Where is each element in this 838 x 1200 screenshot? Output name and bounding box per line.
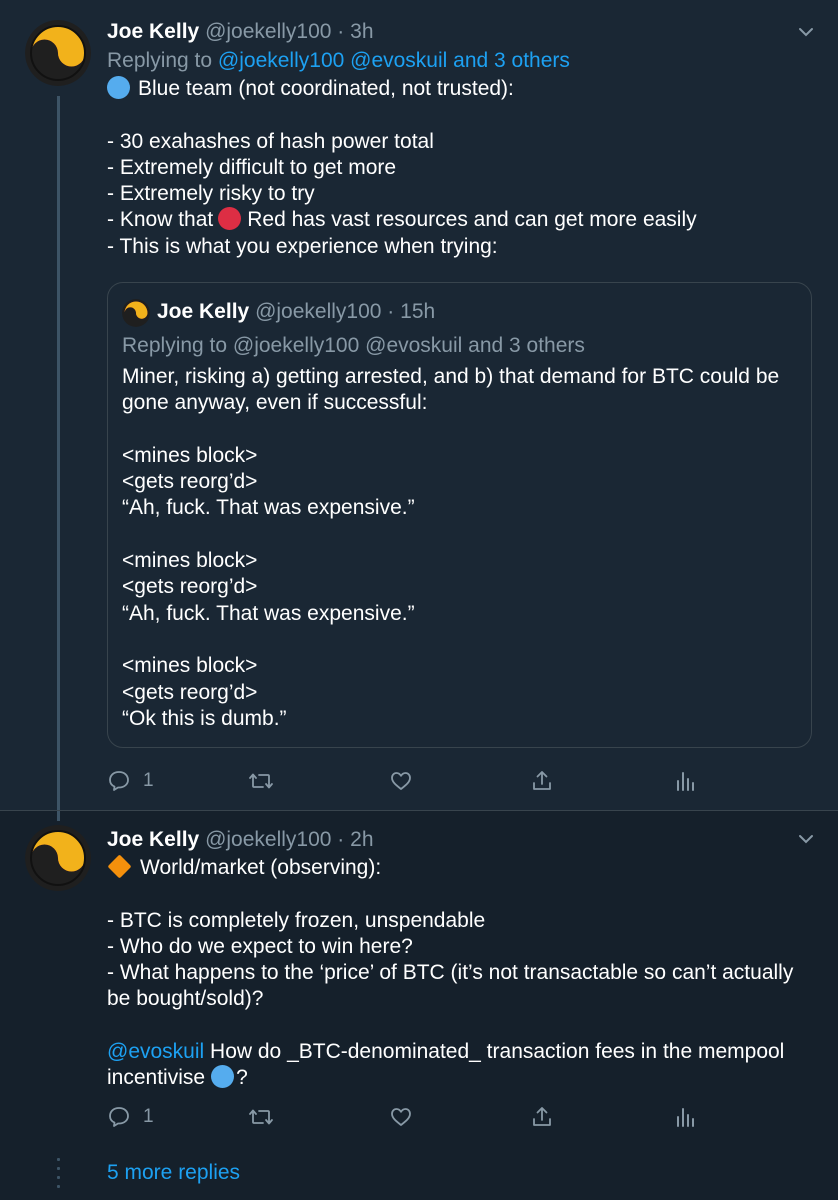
tweet-header: Joe Kelly @joekelly100 · 2h xyxy=(107,828,374,852)
share-icon xyxy=(533,1107,551,1126)
text-line: “Ah, fuck. That was expensive.” xyxy=(122,496,415,520)
text-line xyxy=(107,881,807,907)
timestamp[interactable]: 3h xyxy=(350,20,373,43)
yin-yang-logo-icon xyxy=(25,20,91,86)
like-button[interactable] xyxy=(389,1105,413,1129)
text-line: <gets reorg’d> xyxy=(122,470,258,494)
analytics-icon xyxy=(677,1108,694,1127)
replying-prefix: Replying to xyxy=(107,49,213,72)
quoted-author-handle: @joekelly100 xyxy=(255,300,382,323)
heart-icon xyxy=(391,772,411,790)
tweet-text: World/market (observing): - BTC is compl… xyxy=(107,854,807,1092)
quoted-replying-to: Replying to @joekelly100 @evoskuil and 3… xyxy=(122,334,585,357)
mention-link[interactable]: @evoskuil xyxy=(107,1040,204,1063)
replying-mentions-link[interactable]: @joekelly100 @evoskuil and 3 others xyxy=(218,49,570,72)
analytics-button[interactable] xyxy=(673,769,697,793)
tweet-header: Joe Kelly @joekelly100 · 3h xyxy=(107,20,374,44)
text-line: “Ah, fuck. That was expensive.” xyxy=(122,601,415,625)
text-line: - What happens to the ‘price’ of BTC (it… xyxy=(107,961,794,1011)
like-button[interactable] xyxy=(389,769,413,793)
thread-line xyxy=(57,811,60,821)
reply-count: 1 xyxy=(143,770,154,791)
share-button[interactable] xyxy=(530,1105,554,1129)
red-circle-emoji-icon xyxy=(218,207,242,231)
thread-line xyxy=(57,96,60,810)
retweet-icon xyxy=(249,1109,273,1125)
separator-dot: · xyxy=(387,300,395,323)
orange-diamond-emoji-icon xyxy=(107,854,132,879)
action-bar: 1 xyxy=(107,1105,707,1135)
text-line xyxy=(122,522,802,548)
quoted-text: Miner, risking a) getting arrested, and … xyxy=(122,364,802,732)
text-line xyxy=(122,417,802,443)
chevron-down-icon xyxy=(799,28,813,37)
analytics-icon xyxy=(677,772,694,791)
text-line xyxy=(107,1013,807,1039)
quoted-header: Joe Kelly @joekelly100 · 15h xyxy=(157,300,435,324)
quoted-timestamp: 15h xyxy=(400,300,436,323)
author-handle[interactable]: @joekelly100 xyxy=(205,20,331,43)
timestamp[interactable]: 2h xyxy=(350,828,373,851)
share-icon xyxy=(533,771,551,790)
text-line: <mines block> xyxy=(122,549,258,573)
thread-continuation-dots xyxy=(57,1158,60,1194)
text-line: - Extremely difficult to get more xyxy=(107,155,397,179)
avatar[interactable] xyxy=(25,825,91,891)
text-line: @evoskuil How do _BTC-denominated_ trans… xyxy=(107,1040,785,1090)
reply-icon xyxy=(109,771,129,791)
quoted-avatar xyxy=(122,299,150,327)
text-line: - Extremely risky to try xyxy=(107,182,315,206)
tweet-2[interactable]: Joe Kelly @joekelly100 · 2h World/market… xyxy=(0,810,838,1153)
reply-button[interactable]: 1 xyxy=(107,1105,154,1129)
tweet-text: Blue team (not coordinated, not trusted)… xyxy=(107,76,807,260)
text-line: - This is what you experience when tryin… xyxy=(107,234,498,258)
separator-dot: · xyxy=(337,828,345,851)
blue-circle-emoji-icon xyxy=(107,76,130,99)
text-line: - Who do we expect to win here? xyxy=(107,934,413,958)
text-line: Blue team (not coordinated, not trusted)… xyxy=(107,76,807,102)
analytics-button[interactable] xyxy=(673,1105,697,1129)
author-handle[interactable]: @joekelly100 xyxy=(205,828,331,851)
blue-circle-emoji-icon xyxy=(211,1065,235,1089)
author-name[interactable]: Joe Kelly xyxy=(107,20,199,43)
text-line xyxy=(107,102,807,128)
reply-icon xyxy=(109,1107,129,1127)
text-line: “Ok this is dumb.” xyxy=(122,706,287,730)
action-bar: 1 xyxy=(107,769,707,799)
retweet-button[interactable] xyxy=(248,769,274,793)
text-line: <gets reorg’d> xyxy=(122,680,258,704)
author-name[interactable]: Joe Kelly xyxy=(107,828,199,851)
yin-yang-logo-icon xyxy=(25,825,91,891)
share-button[interactable] xyxy=(530,769,554,793)
yin-yang-logo-icon xyxy=(122,299,150,327)
text-line: - Know that Red has vast resources and ca… xyxy=(107,207,697,232)
text-line: - 30 exahashes of hash power total xyxy=(107,129,434,153)
reply-button[interactable]: 1 xyxy=(107,769,154,793)
quoted-author-name: Joe Kelly xyxy=(157,300,250,323)
text-line: <gets reorg’d> xyxy=(122,575,258,599)
text-line: Miner, risking a) getting arrested, and … xyxy=(122,365,780,415)
retweet-icon xyxy=(249,773,273,789)
separator-dot: · xyxy=(337,20,345,43)
text-line: World/market (observing): xyxy=(107,854,807,881)
quoted-tweet[interactable]: Joe Kelly @joekelly100 · 15h Replying to… xyxy=(107,282,812,748)
retweet-button[interactable] xyxy=(248,1105,274,1129)
text-line: - BTC is completely frozen, unspendable xyxy=(107,908,486,932)
text-line xyxy=(122,627,802,653)
heart-icon xyxy=(391,1108,411,1126)
replying-to: Replying to @joekelly100 @evoskuil and 3… xyxy=(107,49,570,73)
text-line: <mines block> xyxy=(122,654,258,678)
avatar[interactable] xyxy=(25,20,91,86)
tweet-1[interactable]: Joe Kelly @joekelly100 · 3h Replying to … xyxy=(0,0,838,810)
text-line: <mines block> xyxy=(122,443,258,467)
more-replies-link[interactable]: 5 more replies xyxy=(107,1161,240,1185)
chevron-down-icon xyxy=(799,835,813,844)
tweet-menu-button[interactable] xyxy=(796,22,816,47)
tweet-menu-button[interactable] xyxy=(796,829,816,854)
reply-count: 1 xyxy=(143,1106,154,1127)
